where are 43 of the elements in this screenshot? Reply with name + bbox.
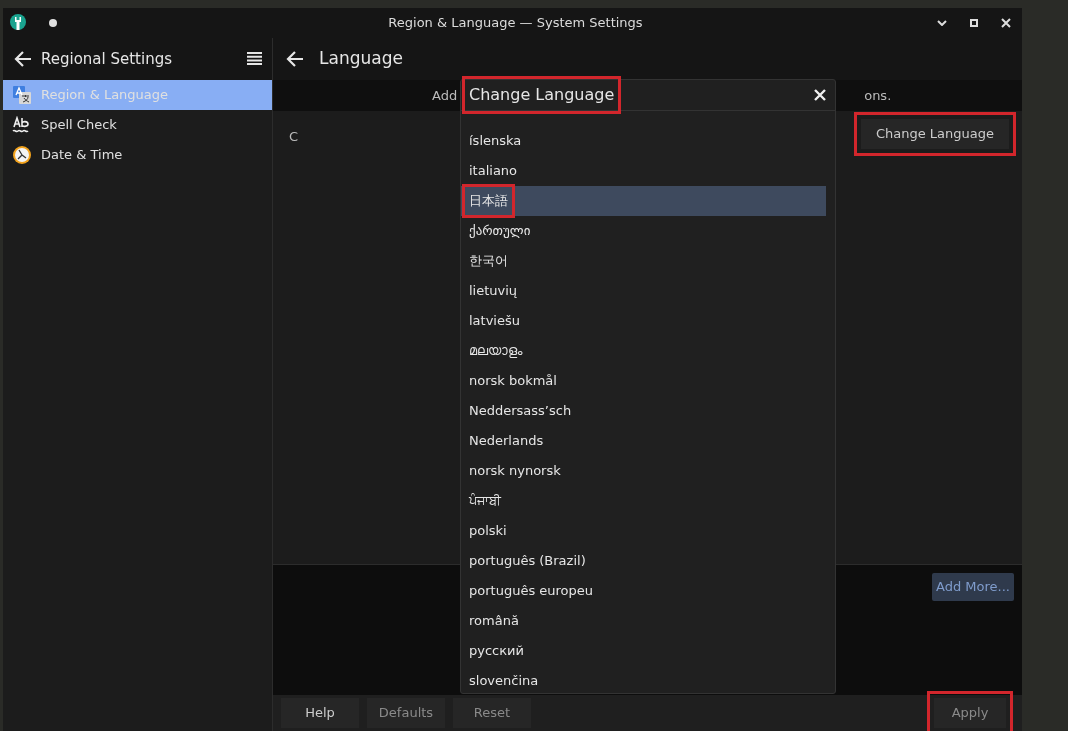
sidebar-item[interactable]: Date & Time [3,140,272,170]
language-item[interactable]: ਪੰਜਾਬੀ [461,486,826,516]
sidebar-title: Regional Settings [41,48,172,70]
highlight-frame: 日本語 [462,184,515,218]
language-item[interactable]: Neddersass’sch [461,396,826,426]
language-item[interactable]: italiano [461,156,826,186]
window-title: Region & Language — System Settings [388,14,643,33]
hint-text: ons. [864,86,892,105]
language-label: C [289,128,299,146]
language-item[interactable]: português (Brazil) [461,546,826,576]
maximize-icon [970,19,978,27]
language-item[interactable]: íslenska [461,126,826,156]
back-button[interactable] [285,49,305,69]
language-item[interactable]: Nederlands [461,426,826,456]
language-item[interactable]: română [461,606,826,636]
minimize-icon [937,20,947,26]
language-item[interactable]: polski [461,516,826,546]
clock-icon [12,145,32,165]
add-more-button[interactable]: Add More... [932,573,1014,601]
change-language-button[interactable]: Change Language [860,119,1009,149]
language-item[interactable]: 한국어 [461,246,826,276]
menu-button[interactable] [246,51,262,67]
sidebar-item[interactable]: Spell Check [3,110,272,140]
language-item[interactable]: русский [461,636,826,666]
close-button[interactable] [813,88,827,102]
language-item[interactable]: മലയാളം [461,336,826,366]
back-button[interactable] [13,49,33,69]
pin-dot-icon[interactable] [49,19,57,27]
translate-icon [12,85,32,105]
language-item[interactable]: norsk nynorsk [461,456,826,486]
hint-text: Add [432,86,458,105]
spell-check-icon [12,116,32,134]
page-title: Language [319,47,403,71]
language-item[interactable]: ქართული [461,216,826,246]
language-item[interactable]: norsk bokmål [461,366,826,396]
settings-app-icon[interactable] [9,13,27,33]
language-item[interactable]: português europeu [461,576,826,606]
dialog-title: Change Language [469,84,615,106]
language-item[interactable]: lietuvių [461,276,826,306]
language-item[interactable]: slovenčina [461,666,826,693]
language-item[interactable]: latviešu [461,306,826,336]
language-item[interactable]: 日本語 [461,186,826,216]
footer-button[interactable]: Help [281,698,359,728]
